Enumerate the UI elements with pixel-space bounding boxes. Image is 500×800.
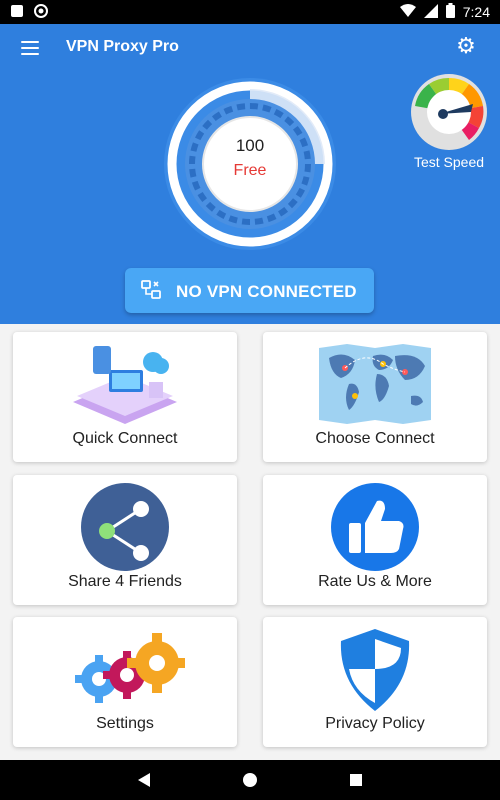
- shield-icon: [340, 629, 410, 711]
- record-icon: [34, 4, 48, 23]
- card-label: Settings: [96, 715, 154, 732]
- network-disconnected-icon: [141, 280, 161, 299]
- gear-icon[interactable]: ⚙: [454, 34, 478, 58]
- share-icon: [81, 483, 169, 571]
- card-label: Rate Us & More: [318, 573, 432, 590]
- card-label: Privacy Policy: [325, 715, 425, 732]
- test-speed-button[interactable]: Test Speed: [408, 72, 490, 182]
- gears-illustration: [75, 633, 185, 703]
- choose-connect-card[interactable]: Choose Connect: [263, 332, 487, 462]
- clock-time: 7:24: [462, 4, 490, 20]
- card-label: Quick Connect: [72, 430, 178, 447]
- privacy-policy-card[interactable]: Privacy Policy: [263, 617, 487, 747]
- quick-connect-card[interactable]: Quick Connect: [13, 332, 237, 462]
- vpn-status-button[interactable]: NO VPN CONNECTED: [125, 268, 374, 313]
- wifi-icon: [399, 3, 416, 21]
- world-map-illustration: [319, 344, 431, 424]
- back-icon[interactable]: [134, 770, 154, 790]
- home-icon[interactable]: [240, 770, 260, 790]
- battery-icon: [445, 3, 455, 21]
- test-speed-label: Test Speed: [413, 154, 485, 170]
- card-label: Choose Connect: [315, 430, 435, 447]
- menu-icon[interactable]: [18, 36, 42, 60]
- quick-connect-illustration: [73, 346, 177, 424]
- recents-icon[interactable]: [346, 770, 366, 790]
- app-header: VPN Proxy Pro ⚙ 100 Free Test Speed NO V…: [0, 24, 500, 324]
- card-label: Share 4 Friends: [68, 573, 182, 590]
- thumbs-up-icon: [331, 483, 419, 571]
- dial-label: Free: [233, 162, 267, 179]
- vpn-status-label: NO VPN CONNECTED: [176, 282, 357, 301]
- signal-icon: [423, 3, 438, 21]
- settings-card[interactable]: Settings: [13, 617, 237, 747]
- rate-us-card[interactable]: Rate Us & More: [263, 475, 487, 605]
- speed-dial: 100 Free: [160, 74, 340, 254]
- dial-value: 100: [235, 136, 265, 155]
- speedometer-icon: [411, 74, 487, 150]
- share-friends-card[interactable]: Share 4 Friends: [13, 475, 237, 605]
- navigation-bar: [0, 760, 500, 800]
- notification-icon: [10, 4, 24, 23]
- status-bar: 7:24: [0, 0, 500, 24]
- app-title: VPN Proxy Pro: [66, 38, 179, 55]
